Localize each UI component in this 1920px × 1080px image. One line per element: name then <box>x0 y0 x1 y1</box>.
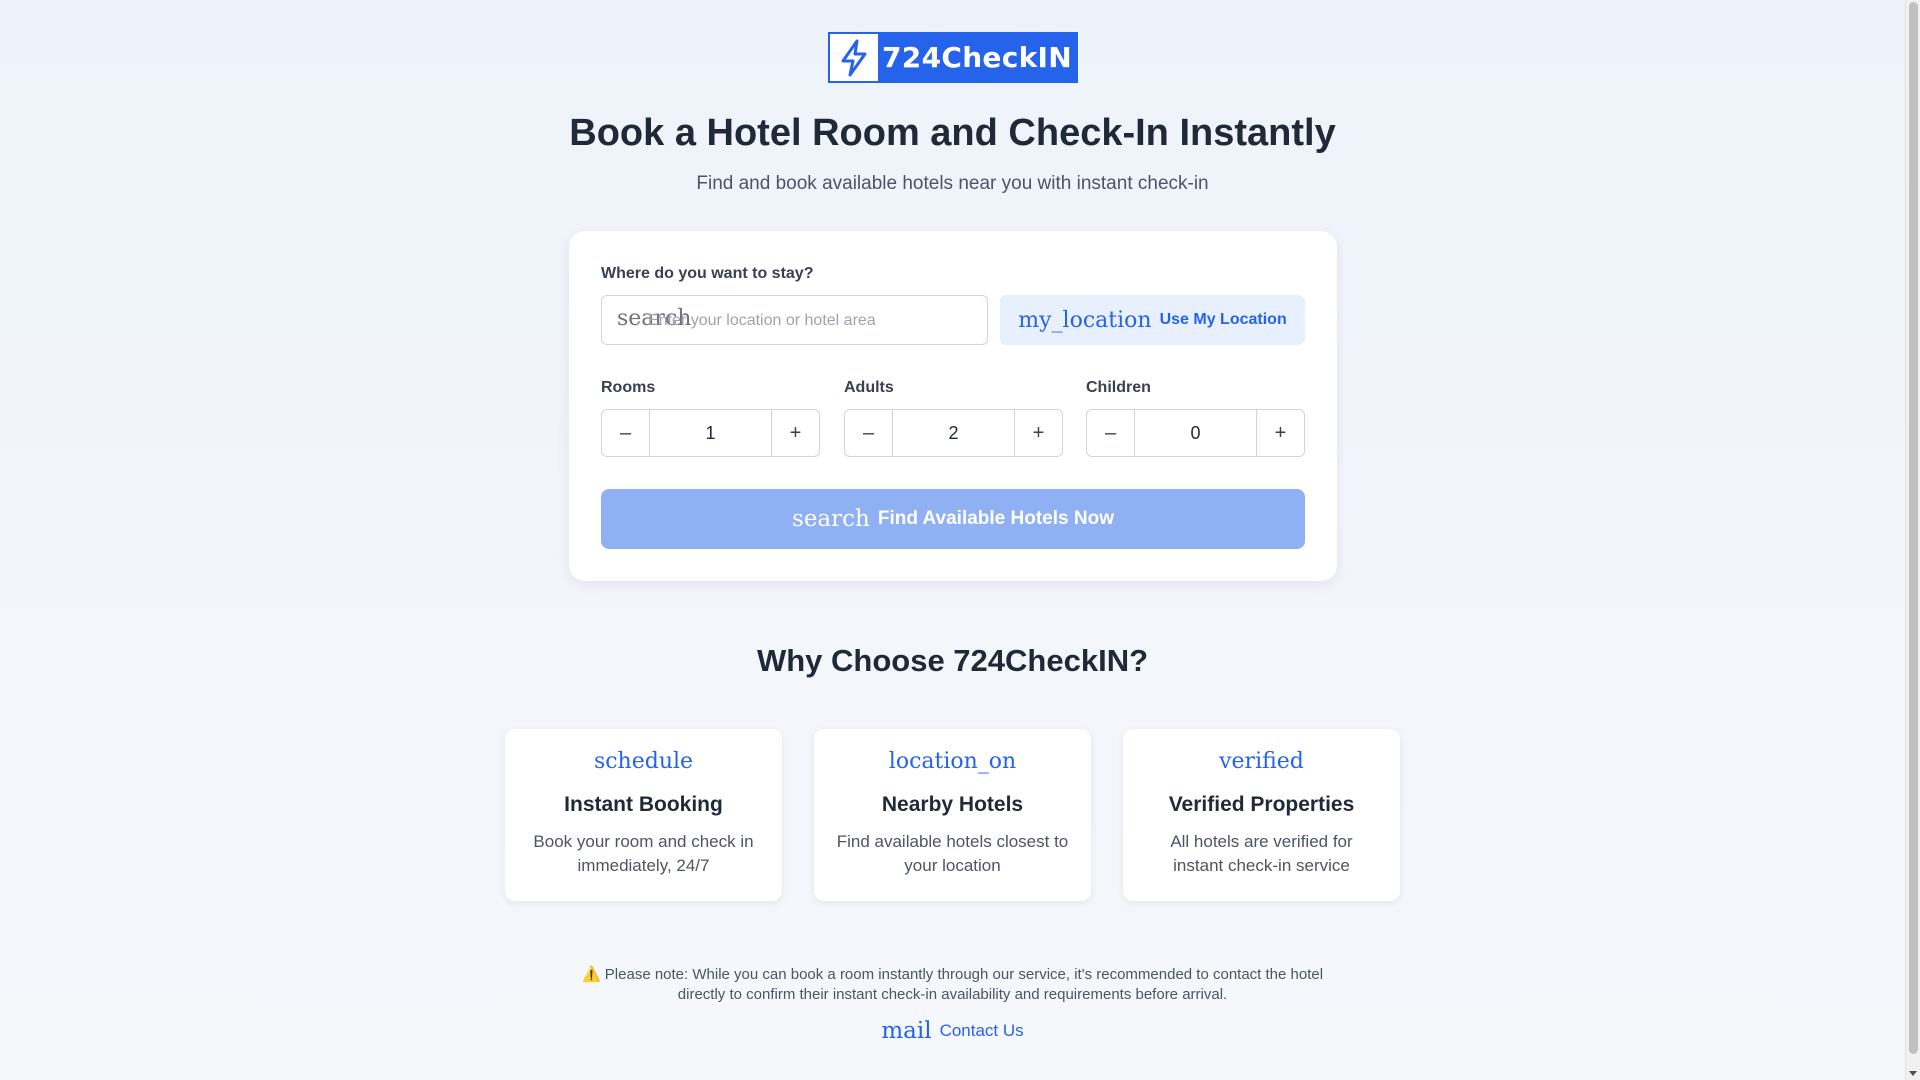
rooms-increment-button[interactable]: + <box>771 410 819 456</box>
rooms-stepper: – 1 + <box>601 409 820 457</box>
children-label: Children <box>1086 379 1151 396</box>
location-search-field[interactable]: search <box>601 295 988 345</box>
schedule-icon: schedule <box>593 749 694 774</box>
feature-description: Book your room and check in immediately,… <box>533 832 754 875</box>
mail-icon: mail <box>881 1018 932 1044</box>
use-my-location-label: Use My Location <box>1159 311 1287 328</box>
rooms-value[interactable]: 1 <box>650 410 771 456</box>
page-title: Book a Hotel Room and Check-In Instantly <box>569 112 1336 154</box>
booking-search-card: Where do you want to stay? search my_loc… <box>569 231 1337 581</box>
children-increment-button[interactable]: + <box>1256 410 1304 456</box>
verified-icon: verified <box>1219 749 1304 774</box>
rooms-label: Rooms <box>601 379 656 396</box>
location-on-icon: location_on <box>888 749 1017 774</box>
use-my-location-button[interactable]: my_location Use My Location <box>1000 295 1305 345</box>
scrollbar-thumb[interactable] <box>1909 2 1918 1054</box>
location-input[interactable] <box>648 308 968 334</box>
feature-description: All hotels are verified for instant chec… <box>1170 832 1353 875</box>
search-icon: search <box>792 506 870 532</box>
scroll-down-arrow-icon[interactable] <box>1909 1071 1917 1076</box>
booking-notice: ⚠️ Please note: While you can book a roo… <box>581 966 1324 1003</box>
rooms-decrement-button[interactable]: – <box>602 410 650 456</box>
why-section-title: Why Choose 724CheckIN? <box>756 643 1149 678</box>
contact-us-link[interactable]: mail Contact Us <box>0 1018 1905 1044</box>
my-location-icon: my_location <box>1018 307 1152 333</box>
find-hotels-button[interactable]: search Find Available Hotels Now <box>601 489 1305 549</box>
page: 724CheckIN Book a Hotel Room and Check-I… <box>0 0 1905 1080</box>
adults-decrement-button[interactable]: – <box>845 410 893 456</box>
brand-logo[interactable]: 724CheckIN <box>828 32 1078 83</box>
feature-description: Find available hotels closest to your lo… <box>836 832 1069 875</box>
contact-us-label: Contact Us <box>939 1021 1024 1040</box>
adults-stepper: – 2 + <box>844 409 1063 457</box>
location-label: Where do you want to stay? <box>601 265 814 282</box>
feature-title: Nearby Hotels <box>881 793 1024 816</box>
adults-label: Adults <box>844 379 894 396</box>
children-decrement-button[interactable]: – <box>1087 410 1135 456</box>
page-subtitle: Find and book available hotels near you … <box>696 173 1209 194</box>
children-value[interactable]: 0 <box>1135 410 1256 456</box>
adults-increment-button[interactable]: + <box>1014 410 1062 456</box>
brand-name: 724CheckIN <box>882 41 1072 74</box>
feature-title: Verified Properties <box>1168 793 1355 816</box>
feature-title: Instant Booking <box>564 793 723 816</box>
vertical-scrollbar[interactable] <box>1905 0 1920 1080</box>
find-hotels-label: Find Available Hotels Now <box>877 508 1114 529</box>
feature-card-instant-booking: schedule Instant Booking Book your room … <box>505 729 782 901</box>
lightning-bolt-icon <box>830 34 878 81</box>
feature-card-nearby-hotels: location_on Nearby Hotels Find available… <box>814 729 1091 901</box>
feature-card-verified-properties: verified Verified Properties All hotels … <box>1123 729 1400 901</box>
adults-value[interactable]: 2 <box>893 410 1014 456</box>
children-stepper: – 0 + <box>1086 409 1305 457</box>
